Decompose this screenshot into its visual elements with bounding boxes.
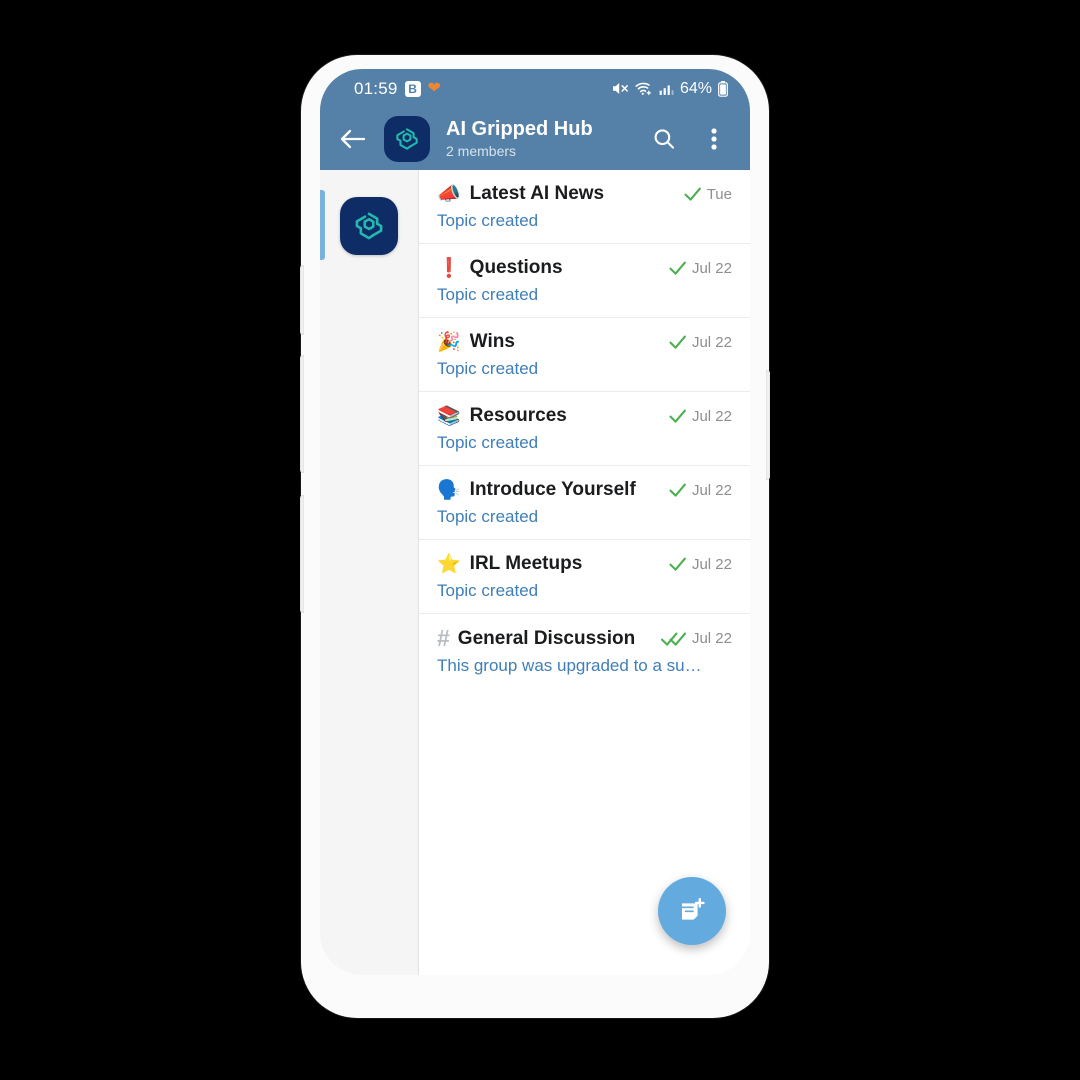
topic-preview: Topic created	[437, 285, 539, 304]
double-check-icon	[660, 630, 687, 648]
single-check-icon	[669, 333, 687, 351]
search-icon	[654, 129, 675, 149]
topic-row-header: 📚 Resources Jul 22	[437, 405, 732, 427]
topic-preview: Topic created	[437, 581, 539, 600]
topic-preview: This group was upgraded to a su…	[437, 656, 702, 675]
topic-meta: Jul 22	[660, 630, 732, 648]
wifi-plus-icon	[635, 81, 653, 96]
heart-icon: ❤	[427, 79, 441, 97]
arrow-left-icon	[340, 129, 366, 149]
phone-volume-up-button[interactable]	[300, 355, 304, 473]
topic-row[interactable]: ❗ Questions Jul 22 Topic created	[419, 244, 750, 318]
battery-icon	[718, 80, 728, 97]
topic-row[interactable]: 📣 Latest AI News Tue Topic created	[419, 170, 750, 244]
single-check-icon	[669, 481, 687, 499]
phone-volume-down-button[interactable]	[300, 495, 304, 613]
single-check-icon	[669, 407, 687, 425]
topic-meta: Jul 22	[669, 555, 732, 573]
topic-row-header: ❗ Questions Jul 22	[437, 257, 732, 279]
avatar[interactable]	[340, 197, 398, 255]
status-bar-left: 01:59 B ❤	[354, 79, 441, 99]
topic-preview: Topic created	[437, 433, 539, 452]
topic-preview: Topic created	[437, 359, 539, 378]
topic-name: Wins	[469, 331, 515, 352]
topic-row-header: 🎉 Wins Jul 22	[437, 331, 732, 353]
topic-row-header: 🗣️ Introduce Yourself Jul 22	[437, 479, 732, 501]
ai-gripped-hub-logo	[396, 128, 418, 150]
new-topic-icon	[681, 898, 705, 920]
phone-frame: 01:59 B ❤ 64% AI Gripped Hub 2 members 📣…	[300, 55, 770, 1018]
more-vertical-icon	[711, 128, 717, 150]
books-icon: 📚	[437, 405, 461, 427]
topic-row[interactable]: 📚 Resources Jul 22 Topic created	[419, 392, 750, 466]
chat-rail	[320, 170, 419, 975]
topic-list: 📣 Latest AI News Tue Topic created ❗ Question…	[419, 170, 750, 975]
hash-icon: #	[437, 625, 450, 651]
topic-date: Tue	[706, 185, 732, 203]
cellular-signal-icon	[659, 81, 674, 96]
topic-row[interactable]: # General Discussion Jul 22 This group was …	[419, 614, 750, 688]
single-check-icon	[669, 259, 687, 277]
topic-meta: Jul 22	[669, 333, 732, 351]
battery-percent-label: 64%	[679, 79, 712, 97]
phone-screen: 01:59 B ❤ 64% AI Gripped Hub 2 members 📣…	[320, 69, 750, 975]
topic-name: IRL Meetups	[469, 553, 583, 574]
star-icon: ⭐	[437, 553, 461, 575]
group-avatar[interactable]	[384, 116, 430, 162]
topic-meta: Jul 22	[669, 259, 732, 277]
megaphone-icon: 📣	[437, 183, 461, 205]
topic-row-header: # General Discussion Jul 22	[437, 627, 732, 650]
topic-row-header: ⭐ IRL Meetups Jul 22	[437, 553, 732, 575]
single-check-icon	[684, 185, 702, 203]
topic-row-header: 📣 Latest AI News Tue	[437, 183, 732, 205]
topic-meta: Tue	[684, 185, 732, 203]
topic-preview: Topic created	[437, 507, 539, 526]
topic-date: Jul 22	[691, 630, 732, 647]
topic-row[interactable]: 🗣️ Introduce Yourself Jul 22 Topic created	[419, 466, 750, 540]
content-area: 📣 Latest AI News Tue Topic created ❗ Question…	[320, 170, 750, 975]
rail-selection-indicator	[320, 190, 325, 260]
bixby-badge-icon: B	[404, 80, 421, 97]
party-popper-icon: 🎉	[437, 331, 461, 353]
new-topic-fab[interactable]	[658, 877, 726, 945]
status-bar-right: 64%	[612, 80, 728, 98]
app-bar: AI Gripped Hub 2 members	[320, 108, 750, 170]
page-title: AI Gripped Hub	[446, 117, 593, 140]
volume-mute-icon	[612, 81, 629, 96]
search-button[interactable]	[644, 117, 684, 161]
status-time: 01:59	[354, 78, 398, 98]
back-button[interactable]	[332, 118, 374, 160]
phone-button-left-top[interactable]	[300, 265, 304, 335]
overflow-menu-button[interactable]	[694, 117, 734, 161]
topic-date: Jul 22	[691, 333, 732, 351]
screenshot-canvas: 01:59 B ❤ 64% AI Gripped Hub 2 members 📣…	[0, 0, 1080, 1080]
topic-name: Resources	[469, 405, 567, 426]
topic-date: Jul 22	[691, 407, 732, 425]
topic-meta: Jul 22	[669, 481, 732, 499]
phone-power-button[interactable]	[766, 370, 770, 480]
topic-meta: Jul 22	[669, 407, 732, 425]
topic-name: Introduce Yourself	[469, 479, 636, 500]
topic-date: Jul 22	[691, 555, 732, 573]
status-bar: 01:59 B ❤ 64%	[320, 69, 750, 108]
rail-item-ai-gripped-hub[interactable]	[320, 184, 418, 268]
speaking-head-icon: 🗣️	[437, 479, 461, 501]
topic-preview: Topic created	[437, 211, 539, 230]
topic-name: Latest AI News	[469, 183, 605, 204]
topic-row[interactable]: ⭐ IRL Meetups Jul 22 Topic created	[419, 540, 750, 614]
topic-date: Jul 22	[691, 481, 732, 499]
group-title-block[interactable]: AI Gripped Hub 2 members	[446, 118, 634, 160]
topic-name: General Discussion	[457, 627, 636, 649]
topic-name: Questions	[469, 257, 563, 278]
topic-date: Jul 22	[691, 259, 732, 277]
exclamation-question-icon: ❗	[437, 257, 461, 279]
group-member-count: 2 members	[446, 142, 517, 159]
ai-gripped-hub-logo	[355, 212, 383, 240]
single-check-icon	[669, 555, 687, 573]
topic-row[interactable]: 🎉 Wins Jul 22 Topic created	[419, 318, 750, 392]
